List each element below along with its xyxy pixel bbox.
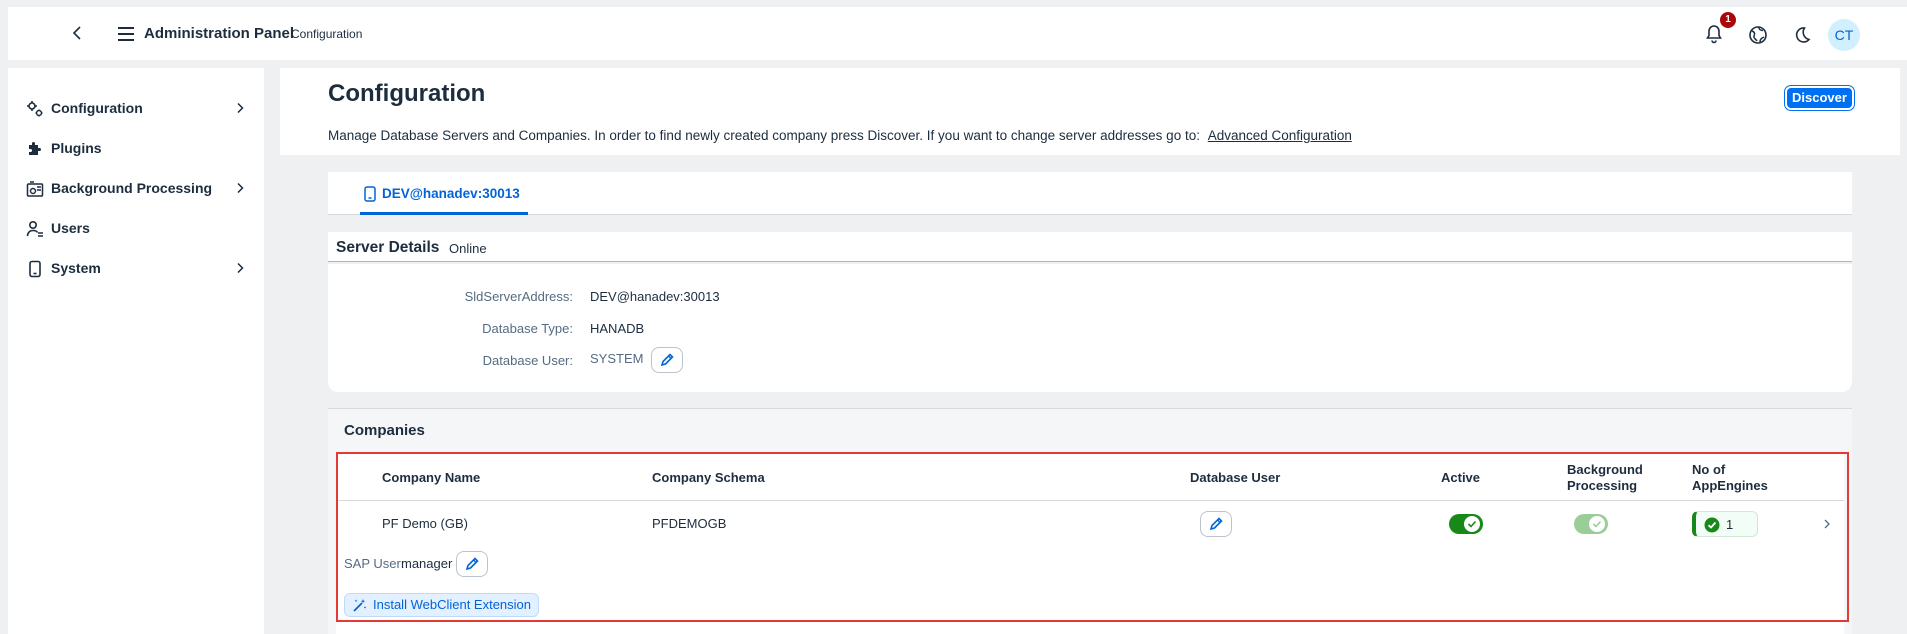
column-header-company-schema: Company Schema [652,470,765,485]
device-icon [363,186,377,202]
database-type-label: Database Type: [482,321,573,336]
database-user-value: SYSTEM [590,351,644,366]
side-navigation: Configuration Plugins Background Process… [8,68,264,634]
edit-pencil-icon [660,353,674,367]
tab-label: DEV@hanadev:30013 [382,186,520,201]
description-text: Manage Database Servers and Companies. I… [328,128,1200,143]
notifications-bell-icon[interactable] [1704,24,1724,44]
sidebar-item-background-processing[interactable]: Background Processing [8,170,264,206]
database-user-label: Database User: [482,353,573,368]
user-avatar[interactable]: CT [1828,19,1860,51]
users-icon [26,220,44,238]
checkmark-icon [1592,520,1602,528]
plugins-icon [26,140,44,158]
magic-wand-icon [353,599,367,612]
column-header-background-processing: Background Processing [1567,462,1643,493]
hamburger-menu-icon[interactable] [116,24,136,44]
edit-database-user-button[interactable] [651,347,683,373]
dark-mode-moon-icon[interactable] [1792,25,1812,45]
row-navigation-chevron-icon[interactable] [1822,519,1832,529]
chevron-right-icon [234,102,246,114]
edit-company-database-user-button[interactable] [1200,511,1232,537]
company-schema-cell: PFDEMOGB [652,516,727,531]
app-subtitle: Configuration [291,27,363,41]
background-processing-toggle[interactable] [1574,514,1608,534]
sidebar-item-plugins[interactable]: Plugins [8,130,264,166]
checkmark-icon [1467,520,1477,528]
edit-sap-user-button[interactable] [456,551,488,577]
column-header-active: Active [1441,470,1481,485]
sidebar-item-configuration[interactable]: Configuration [8,90,264,126]
sld-server-address-value: DEV@hanadev:30013 [590,289,720,304]
company-name-cell: PF Demo (GB) [382,516,468,531]
appengines-count-badge[interactable]: 1 [1692,511,1758,537]
column-header-no-of-appengines: No of AppEngines [1692,462,1768,493]
back-arrow-icon[interactable] [70,25,86,41]
edit-pencil-icon [1209,517,1223,531]
discover-button[interactable]: Discover [1785,86,1854,110]
sidebar-item-label: Users [51,220,90,236]
success-check-circle-icon [1704,517,1720,533]
edit-pencil-icon [465,557,479,571]
sidebar-item-users[interactable]: Users [8,210,264,246]
install-webclient-extension-button[interactable]: Install WebClient Extension [344,593,540,617]
server-status: Online [449,241,487,256]
page-description: Manage Database Servers and Companies. I… [328,128,1352,143]
table-header-divider [336,500,1844,501]
active-toggle[interactable] [1449,514,1483,534]
sidebar-item-label: System [51,260,101,276]
configuration-gears-icon [26,100,44,118]
notification-count-badge: 1 [1720,12,1736,28]
companies-section: Companies Company Name Company Schema Da… [328,408,1852,634]
tab-server[interactable]: DEV@hanadev:30013 [360,172,528,215]
chevron-right-icon [234,262,246,274]
column-header-company-name: Company Name [382,470,481,485]
sld-server-address-label: SldServerAddress: [464,289,573,304]
advanced-configuration-link[interactable]: Advanced Configuration [1208,128,1352,143]
background-processing-icon [26,180,44,198]
shell-bar: Administration Panel Configuration 1 CT [8,7,1907,60]
appengines-count: 1 [1726,517,1734,532]
chevron-right-icon [234,182,246,194]
sidebar-item-label: Plugins [51,140,102,156]
sidebar-item-system[interactable]: System [8,250,264,286]
sap-user-label: SAP User: [344,556,405,571]
server-details-header: Server Details Online [328,232,1852,262]
page-header: Configuration Discover Manage Database S… [280,68,1900,155]
app-title: Administration Panel [144,25,295,42]
server-details-form: SldServerAddress: DEV@hanadev:30013 Data… [328,264,1852,392]
server-details-title: Server Details [336,239,440,256]
companies-table: Company Name Company Schema Database Use… [336,453,1844,634]
database-type-value: HANADB [590,321,645,336]
install-webclient-extension-label: Install WebClient Extension [373,597,532,612]
globe-language-icon[interactable] [1748,25,1768,45]
sidebar-item-label: Configuration [51,100,143,116]
column-header-database-user: Database User [1190,470,1281,485]
page-title: Configuration [328,80,486,107]
sidebar-item-label: Background Processing [51,180,213,196]
server-tab-bar: DEV@hanadev:30013 [328,172,1852,215]
sap-user-value: manager [401,556,453,571]
system-device-icon [26,260,44,278]
companies-title: Companies [344,422,425,439]
